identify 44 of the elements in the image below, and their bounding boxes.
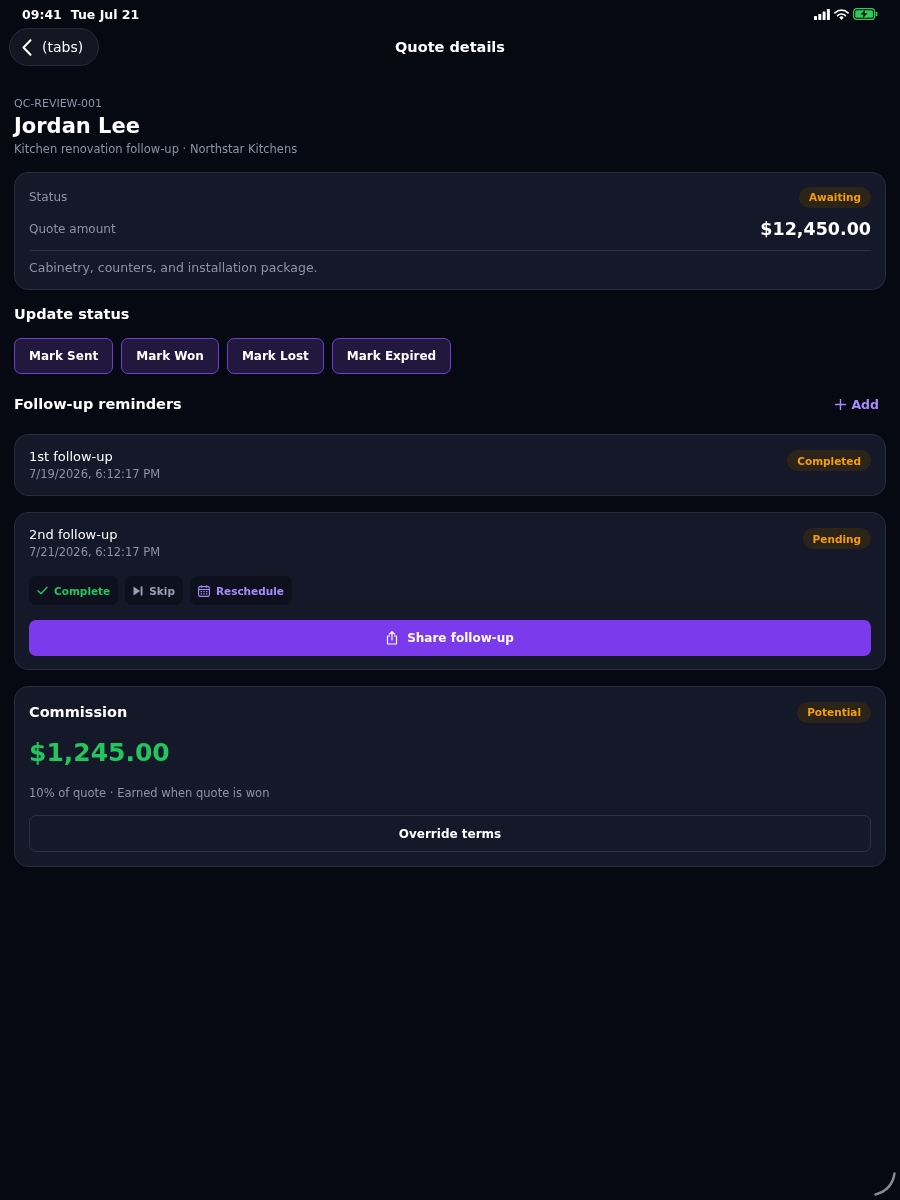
back-button[interactable]: (tabs) [9,28,100,66]
skip-button[interactable]: Skip [125,576,183,605]
quote-description: Cabinetry, counters, and installation package. [29,259,319,276]
add-button[interactable]: Add [835,396,886,412]
status-badge: Awaiting [798,186,871,208]
reminder-title: 1st follow-up [29,448,114,466]
status-button[interactable]: Mark Won [121,338,219,374]
card-title: Commission [29,704,128,720]
reminder-title: 2nd follow-up [29,526,119,544]
complete-button[interactable]: Complete [29,576,119,605]
status-badge: Pending [802,528,871,549]
status-date: Tue Jul 21 [70,6,140,22]
section-title: Follow-up reminders [14,396,182,412]
status-button[interactable]: Mark Expired [331,338,452,374]
page-title: Quote details [395,39,505,55]
reminder-date: 7/21/2026, 6:12:17 PM [29,544,161,560]
quote-amount: $12,450.00 [760,219,871,239]
check-icon [37,586,48,595]
corner-arc-icon [874,1172,896,1196]
commission-note: 10% of quote · Earned when quote is won [29,785,271,801]
status-button[interactable]: Mark Lost [226,338,324,374]
reminder-date: 7/19/2026, 6:12:17 PM [29,466,161,482]
skip-icon [133,585,144,596]
chevron-left-icon [22,38,32,56]
status-label: Status [29,190,68,204]
amount-label: Quote amount [29,222,116,236]
plus-icon [835,398,847,410]
battery-charging-icon [853,8,878,20]
status-time: 09:41 [22,6,62,22]
quote-subtitle: Kitchen renovation follow-up · Northstar Kitchens [14,141,299,158]
share-icon [386,631,399,645]
reschedule-button[interactable]: Reschedule [189,576,292,605]
status-badge: Potential [797,701,871,723]
section-title: Update status [14,305,131,323]
override-button[interactable]: Override terms [29,815,871,852]
wifi-icon [834,8,849,20]
calendar-icon [197,584,210,597]
customer-name: Jordan Lee [14,113,141,140]
commission-amount: $1,245.00 [29,737,171,769]
status-badge: Completed [787,450,871,471]
share-button[interactable]: Share follow-up [29,620,871,656]
status-button[interactable]: Mark Sent [14,338,114,374]
signal-icon [814,8,830,20]
quote-code: QC-REVIEW-001 [14,96,104,112]
